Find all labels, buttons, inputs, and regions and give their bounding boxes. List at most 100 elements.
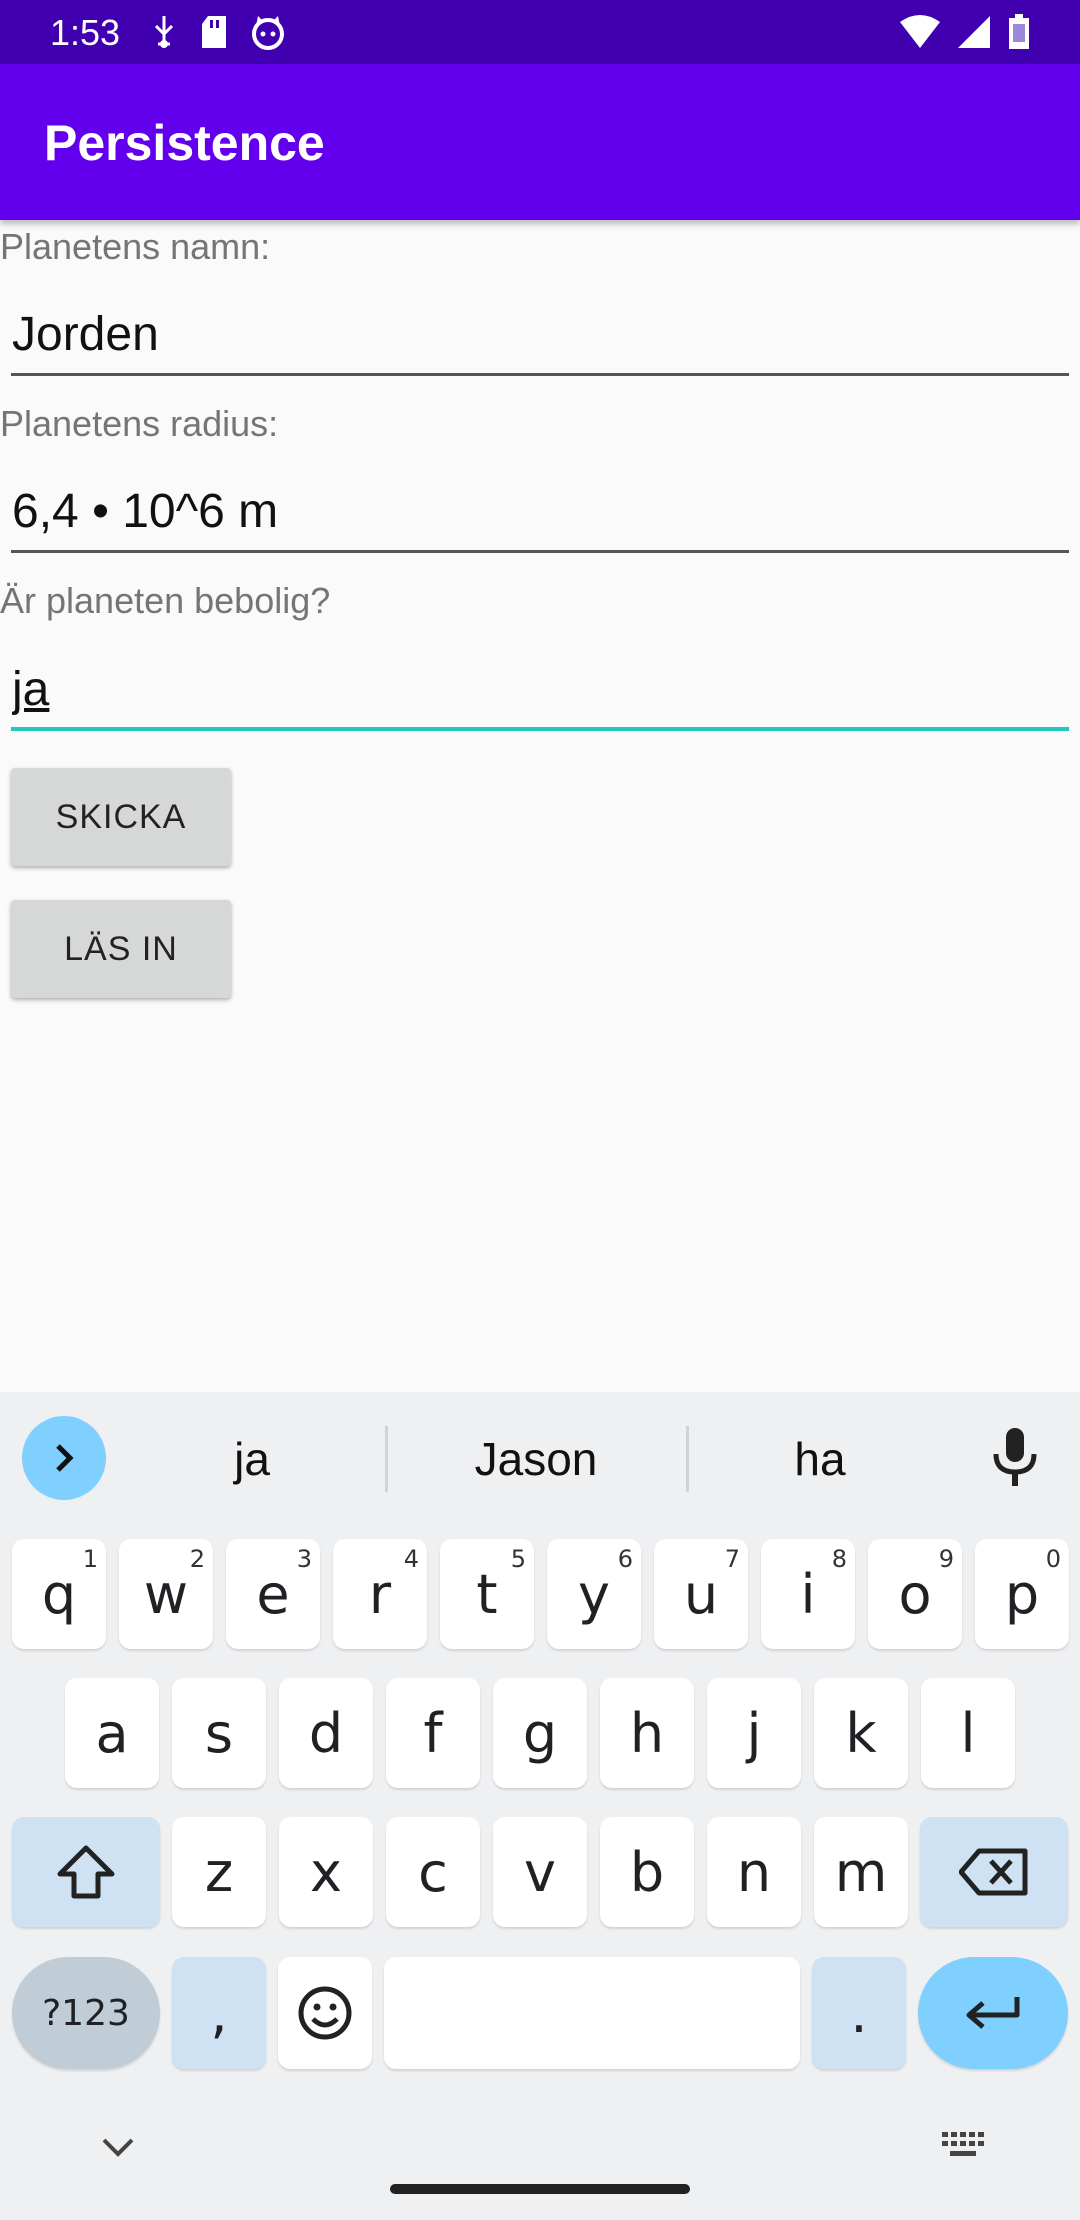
status-icons-right (900, 14, 1030, 50)
expand-toolbar-button[interactable] (22, 1416, 106, 1500)
key-label: k (845, 1701, 877, 1765)
key-number-hint: 3 (296, 1545, 312, 1573)
key-label: h (629, 1701, 665, 1765)
planet-radius-label: Planetens radius: (0, 403, 279, 444)
key-a[interactable]: a (65, 1678, 159, 1788)
send-button[interactable]: SKICKA (11, 768, 231, 866)
key-label: p (1004, 1562, 1040, 1626)
soft-keyboard: ja Jason ha q1w2e3r4t5y6u7i8o9p0 asdfghj… (0, 1392, 1080, 2220)
key-k[interactable]: k (814, 1678, 908, 1788)
key-label: w (143, 1562, 189, 1626)
emoji-icon (298, 1986, 352, 2040)
battery-icon (1009, 14, 1029, 49)
key-label: f (423, 1701, 443, 1765)
backspace-icon (959, 1848, 1028, 1896)
key-label: m (834, 1840, 888, 1904)
navigation-handle[interactable] (390, 2184, 690, 2194)
period-key[interactable]: . (812, 1957, 906, 2069)
key-u[interactable]: u7 (654, 1539, 748, 1649)
key-o[interactable]: o9 (868, 1539, 962, 1649)
key-l[interactable]: l (921, 1678, 1015, 1788)
key-number-hint: 8 (831, 1545, 847, 1573)
key-e[interactable]: e3 (226, 1539, 320, 1649)
status-time: 1:53 (50, 12, 121, 53)
load-button[interactable]: LÄS IN (11, 900, 231, 998)
key-y[interactable]: y6 (547, 1539, 641, 1649)
key-label: v (524, 1840, 556, 1904)
planet-radius-field[interactable] (11, 473, 1069, 553)
hide-keyboard-button[interactable] (96, 2132, 140, 2167)
key-number-hint: 6 (617, 1545, 633, 1573)
key-label: d (308, 1701, 344, 1765)
key-h[interactable]: h (600, 1678, 694, 1788)
key-label: j (746, 1701, 762, 1765)
suggestion-divider (385, 1426, 388, 1492)
suggestion-3[interactable]: ha (720, 1432, 920, 1486)
suggestion-1[interactable]: ja (152, 1432, 352, 1486)
comma-key[interactable]: , (172, 1957, 266, 2069)
key-b[interactable]: b (600, 1817, 694, 1927)
key-c[interactable]: c (386, 1817, 480, 1927)
key-d[interactable]: d (279, 1678, 373, 1788)
keyboard-icon (942, 2132, 984, 2156)
key-label: c (418, 1840, 448, 1904)
key-m[interactable]: m (814, 1817, 908, 1927)
key-w[interactable]: w2 (119, 1539, 213, 1649)
key-p[interactable]: p0 (975, 1539, 1069, 1649)
key-label: x (310, 1840, 342, 1904)
key-label: n (736, 1840, 772, 1904)
key-number-hint: 7 (724, 1545, 740, 1573)
app-bar: Persistence (0, 64, 1080, 220)
habitable-field[interactable] (11, 651, 1069, 731)
shift-icon (57, 1845, 115, 1899)
cat-icon (252, 16, 284, 50)
key-z[interactable]: z (172, 1817, 266, 1927)
key-label: q (41, 1562, 77, 1626)
key-x[interactable]: x (279, 1817, 373, 1927)
suggestion-divider (686, 1426, 689, 1492)
key-number-hint: 2 (189, 1545, 205, 1573)
emoji-key[interactable] (278, 1957, 372, 2069)
chevron-down-icon (102, 2138, 134, 2157)
space-key[interactable] (384, 1957, 800, 2069)
key-t[interactable]: t5 (440, 1539, 534, 1649)
key-label: u (683, 1562, 719, 1626)
enter-icon (966, 1997, 1020, 2029)
key-n[interactable]: n (707, 1817, 801, 1927)
habitable-label: Är planeten bebolig? (0, 580, 331, 621)
planet-name-field[interactable] (11, 296, 1069, 376)
key-i[interactable]: i8 (761, 1539, 855, 1649)
voice-input-button[interactable] (990, 1426, 1040, 1495)
symbols-key[interactable]: ?123 (12, 1957, 160, 2069)
shift-key[interactable] (12, 1817, 160, 1927)
key-number-hint: 1 (82, 1545, 98, 1573)
planet-name-label: Planetens namn: (0, 226, 271, 267)
key-r[interactable]: r4 (333, 1539, 427, 1649)
key-label: t (476, 1562, 498, 1626)
microphone-icon (993, 1428, 1037, 1486)
key-j[interactable]: j (707, 1678, 801, 1788)
key-label: o (898, 1562, 932, 1626)
key-number-hint: 4 (403, 1545, 419, 1573)
status-bar: 1:53 (0, 0, 1080, 64)
keyboard-switch-button[interactable] (940, 2130, 986, 2165)
backspace-key[interactable] (920, 1817, 1068, 1927)
key-number-hint: 9 (938, 1545, 954, 1573)
signal-icon (958, 16, 990, 48)
key-s[interactable]: s (172, 1678, 266, 1788)
key-label: a (95, 1701, 129, 1765)
key-label: y (578, 1562, 610, 1626)
suggestion-2[interactable]: Jason (436, 1432, 636, 1486)
key-f[interactable]: f (386, 1678, 480, 1788)
key-q[interactable]: q1 (12, 1539, 106, 1649)
usb-debug-icon (154, 16, 174, 48)
key-g[interactable]: g (493, 1678, 587, 1788)
key-label: e (256, 1562, 290, 1626)
enter-key[interactable] (918, 1957, 1068, 2069)
key-number-hint: 5 (510, 1545, 526, 1573)
wifi-icon (900, 15, 940, 48)
sd-card-icon (202, 16, 226, 48)
key-v[interactable]: v (493, 1817, 587, 1927)
key-label: r (368, 1562, 392, 1626)
key-label: b (629, 1840, 665, 1904)
